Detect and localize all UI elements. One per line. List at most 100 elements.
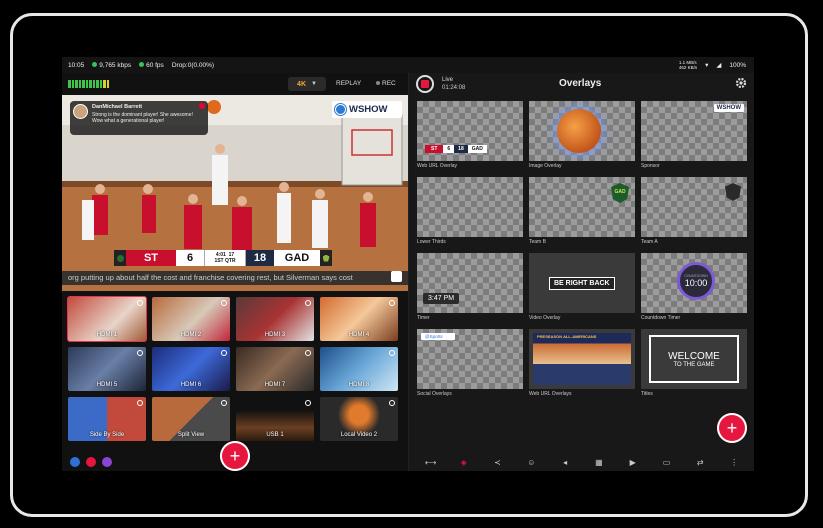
add-overlay-button[interactable]: + <box>717 413 747 443</box>
team2-score: 18 <box>246 250 274 266</box>
zoom-icon[interactable] <box>305 300 311 306</box>
overlay-web-url[interactable]: ST 6 18 GAD Web URL Overlay <box>417 101 523 173</box>
game-clock: 4:01 17 1ST QTR <box>204 250 246 266</box>
zoom-icon[interactable] <box>389 400 395 406</box>
zoom-icon[interactable] <box>137 350 143 356</box>
team1-score: 6 <box>176 250 204 266</box>
net-down: 462 KB/s <box>678 65 698 70</box>
page-title: Overlays <box>559 78 602 89</box>
source-label: USB 1 <box>266 432 284 438</box>
program-preview[interactable]: DanMichael Barrett Strong is the dominan… <box>62 95 408 291</box>
overlay-timer[interactable]: 3:47 PM Timer <box>417 253 523 325</box>
gear-icon[interactable] <box>735 77 747 89</box>
team-a-logo-icon <box>725 183 741 201</box>
overlay-countdown[interactable]: COUNTDOWN 10:00 Countdown Timer <box>641 253 747 325</box>
overlays-panel: Live 01:24:08 Overlays ST 6 18 GAD Web U… <box>408 73 754 471</box>
overlays-header: Live 01:24:08 Overlays <box>409 73 754 95</box>
quality-dropdown[interactable]: 4K ▼ <box>288 77 326 91</box>
zoom-icon[interactable] <box>389 300 395 306</box>
calendar-icon[interactable]: ▦ <box>594 458 604 467</box>
go-live-button[interactable] <box>416 75 434 93</box>
zoom-icon[interactable] <box>305 400 311 406</box>
overlay-caption: Countdown Timer <box>641 315 681 321</box>
source-label: HDMI 6 <box>180 382 202 388</box>
overlay-thumb: GAD <box>529 177 635 237</box>
globe-icon <box>335 104 346 115</box>
overlay-thumb: PRESEASON ALL-AMERICANS <box>529 329 635 389</box>
overlay-caption: Sponsor <box>641 163 660 169</box>
wifi-icon: ▾ <box>705 62 709 69</box>
rec-button[interactable]: REC <box>376 80 396 87</box>
app-screen: 10:05 9,765 kbps 60 fps Drop:0(0.00%) 1.… <box>62 57 754 471</box>
source-split-view[interactable]: Split View <box>152 397 230 441</box>
source-side-by-side[interactable]: Side By Side <box>68 397 146 441</box>
source-hdmi-3[interactable]: HDMI 3 <box>236 297 314 341</box>
zoom-icon[interactable] <box>137 300 143 306</box>
overlay-caption: Web URL Overlays <box>529 391 572 397</box>
countdown-dial: COUNTDOWN 10:00 <box>677 262 715 300</box>
fullscreen-icon[interactable] <box>391 271 402 282</box>
zoom-icon[interactable] <box>389 350 395 356</box>
add-source-button[interactable]: + <box>220 441 250 471</box>
overlay-team-a[interactable]: Team A <box>641 177 747 249</box>
zoom-icon[interactable] <box>221 400 227 406</box>
overlay-caption: Image Overlay <box>529 163 562 169</box>
source-hdmi-7[interactable]: HDMI 7 <box>236 347 314 391</box>
source-hdmi-5[interactable]: HDMI 5 <box>68 347 146 391</box>
source-usb-1[interactable]: USB 1 <box>236 397 314 441</box>
overlay-thumb: WSHOW <box>641 101 747 161</box>
source-label: HDMI 5 <box>96 382 118 388</box>
overlay-video[interactable]: BE RIGHT BACK Video Overlay <box>529 253 635 325</box>
timer-value: 3:47 PM <box>423 293 460 304</box>
overlay-image[interactable]: Image Overlay <box>529 101 635 173</box>
mini-scorebug: ST 6 18 GAD <box>425 145 487 153</box>
team2-logo-icon <box>320 250 332 266</box>
overlay-sponsor[interactable]: WSHOW Sponsor <box>641 101 747 173</box>
source-label: HDMI 3 <box>264 332 286 338</box>
overlay-social[interactable]: @Sports Social Overlays <box>417 329 523 401</box>
news-ticker: org putting up about half the cost and f… <box>62 271 408 285</box>
youtube-icon[interactable] <box>86 457 96 467</box>
source-hdmi-8[interactable]: HDMI 8 <box>320 347 398 391</box>
source-hdmi-6[interactable]: HDMI 6 <box>152 347 230 391</box>
bitrate-readout: 9,765 kbps <box>92 62 131 69</box>
brb-text: BE RIGHT BACK <box>549 277 615 290</box>
overlay-caption: Lower Thirds <box>417 239 446 245</box>
clock: 10:05 <box>68 61 85 69</box>
chat-icon[interactable]: ▭ <box>661 458 671 467</box>
source-hdmi-4[interactable]: HDMI 4 <box>320 297 398 341</box>
overlay-web-urls[interactable]: PRESEASON ALL-AMERICANS Web URL Overlays <box>529 329 635 401</box>
overlay-lower-thirds[interactable]: Lower Thirds <box>417 177 523 249</box>
source-local-video-2[interactable]: Local Video 2 <box>320 397 398 441</box>
comment-bubble: DanMichael Barrett Strong is the dominan… <box>70 101 208 135</box>
mini-score2: 18 <box>454 145 468 153</box>
overlay-titles[interactable]: WELCOME TO THE GAME Titles <box>641 329 747 401</box>
layers-icon[interactable]: ◈ <box>459 458 469 467</box>
share-icon[interactable]: ≺ <box>492 458 502 467</box>
source-label: Side By Side <box>89 432 125 438</box>
facebook-icon[interactable] <box>70 457 80 467</box>
overlay-caption: Video Overlay <box>529 315 561 321</box>
overlay-thumb: 3:47 PM <box>417 253 523 313</box>
bitrate-value: 9,765 kbps <box>99 61 132 69</box>
guests-icon[interactable]: ☺ <box>526 458 536 467</box>
overlay-team-b[interactable]: GAD Team B <box>529 177 635 249</box>
transition-icon[interactable]: ⇄ <box>695 458 705 467</box>
zoom-icon[interactable] <box>137 400 143 406</box>
twitch-icon[interactable] <box>102 457 112 467</box>
zoom-icon[interactable] <box>305 350 311 356</box>
zoom-icon[interactable] <box>221 300 227 306</box>
source-hdmi-1[interactable]: HDMI 1 <box>67 296 147 342</box>
overlay-caption: Social Overlays <box>417 391 452 397</box>
media-icon[interactable]: ▶ <box>628 458 638 467</box>
connect-icon[interactable]: ⟷ <box>425 458 436 467</box>
more-icon[interactable]: ⋮ <box>729 458 739 467</box>
source-label: Local Video 2 <box>340 432 378 438</box>
team2-name: GAD <box>274 250 320 266</box>
source-hdmi-2[interactable]: HDMI 2 <box>152 297 230 341</box>
close-icon[interactable] <box>199 103 205 109</box>
zoom-icon[interactable] <box>221 350 227 356</box>
audio-icon[interactable]: ◂ <box>560 458 570 467</box>
source-label: HDMI 8 <box>348 382 370 388</box>
replay-button[interactable]: REPLAY <box>336 80 361 87</box>
